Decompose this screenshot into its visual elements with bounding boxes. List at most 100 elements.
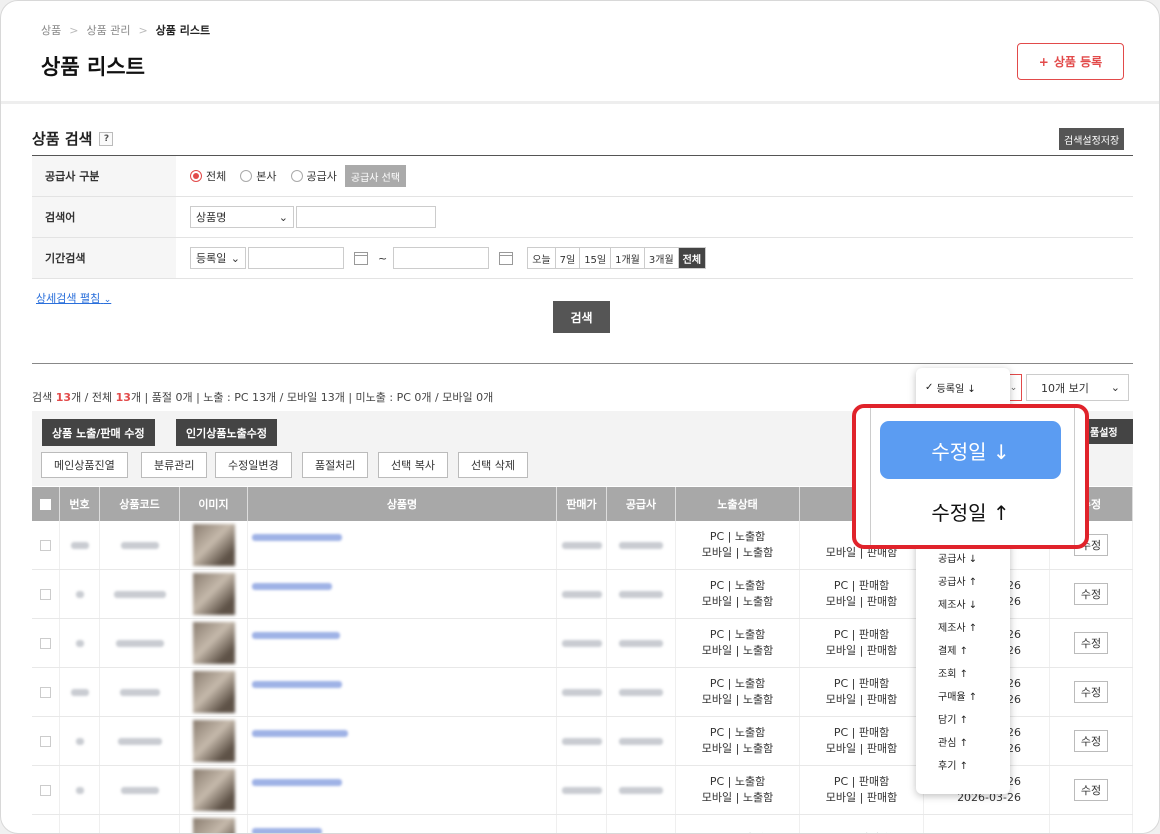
sort-option[interactable]: 구매율 ↑ — [916, 684, 1010, 707]
period-quick-buttons: 오늘 7일 15일 1개월 3개월 전체 — [527, 247, 707, 269]
sort-option[interactable]: 조회 ↑ — [916, 661, 1010, 684]
header-name: 상품명 — [248, 487, 557, 521]
sort-option-modified-desc[interactable]: 수정일 ↓ — [880, 421, 1061, 479]
row-product-name[interactable] — [248, 766, 557, 814]
period-all-button[interactable]: 전체 — [678, 248, 706, 268]
row-image[interactable] — [180, 717, 248, 765]
sort-option[interactable]: 공급사 ↓ — [916, 546, 1010, 569]
edit-button[interactable]: 수정 — [1073, 779, 1109, 801]
period-15d-button[interactable]: 15일 — [580, 248, 612, 268]
sort-option[interactable]: 제조사 ↓ — [916, 592, 1010, 615]
row-code — [100, 570, 180, 618]
keyword-type-select[interactable]: 상품명 ⌄ — [190, 206, 294, 228]
supplier-select-button[interactable]: 공급사 선택 — [344, 165, 407, 187]
row-code — [100, 668, 180, 716]
row-image[interactable] — [180, 570, 248, 618]
calendar-icon[interactable] — [499, 251, 514, 265]
modify-date-change-button[interactable]: 수정일변경 — [215, 452, 292, 478]
row-no — [60, 668, 100, 716]
summary-part: 개 | 품절 0개 | 노출 : PC 13개 / 모바일 13개 | 미노출 … — [130, 391, 494, 404]
row-image[interactable] — [180, 521, 248, 569]
end-date-input[interactable] — [393, 247, 490, 269]
period-3m-button[interactable]: 3개월 — [645, 248, 679, 268]
sort-option-modified-asc[interactable]: 수정일 ↑ — [880, 486, 1061, 536]
row-product-name[interactable] — [248, 521, 557, 569]
sale-pc: PC | 판매함 — [833, 579, 890, 592]
keyword-type-value: 상품명 — [196, 211, 227, 224]
row-code — [100, 815, 180, 833]
sort-option[interactable]: 제조사 ↑ — [916, 615, 1010, 638]
table-row[interactable]: PC | 노출함 PC | 판매함 2026-03-26 — [32, 815, 1133, 833]
period-type-select[interactable]: 등록일 ⌄ — [190, 247, 246, 269]
sort-option[interactable]: 담기 ↑ — [916, 707, 1010, 730]
register-product-button[interactable]: + 상품 등록 — [1017, 43, 1124, 80]
period-today-button[interactable]: 오늘 — [528, 248, 556, 268]
detail-search-toggle[interactable]: 상세검색 펼침 ⌄ — [36, 290, 111, 306]
breadcrumb-item[interactable]: 상품 관리 — [86, 22, 130, 38]
expose-sale-edit-button[interactable]: 상품 노출/판매 수정 — [42, 419, 155, 446]
redacted-price — [561, 639, 602, 647]
row-edit: 수정 — [1050, 570, 1133, 618]
row-checkbox[interactable] — [32, 521, 60, 569]
row-sale-status: PC | 판매함 모바일 | 판매함 — [800, 570, 924, 618]
sort-option[interactable]: 관심 ↑ — [916, 730, 1010, 753]
radio-headquarters[interactable]: 본사 — [240, 168, 277, 184]
row-checkbox[interactable] — [32, 766, 60, 814]
per-page-select[interactable]: 10개 보기 ⌄ — [1026, 374, 1129, 401]
edit-button[interactable]: 수정 — [1073, 730, 1109, 752]
row-supplier — [607, 521, 676, 569]
radio-supplier[interactable]: 공급사 — [290, 168, 337, 184]
redacted-product-name — [252, 632, 340, 639]
chevron-down-icon: ⌄ — [278, 210, 288, 224]
start-date-input[interactable] — [248, 247, 344, 269]
sort-option[interactable]: 결제 ↑ — [916, 638, 1010, 661]
row-product-name[interactable] — [248, 668, 557, 716]
keyword-input[interactable] — [296, 206, 436, 228]
period-7d-button[interactable]: 7일 — [556, 248, 581, 268]
settings-button[interactable]: 품설정 — [1087, 419, 1133, 444]
date-range-tilde: ~ — [378, 251, 388, 265]
breadcrumb-item[interactable]: 상품 — [41, 22, 61, 38]
sort-option-selected[interactable]: ✓ 등록일 ↓ — [916, 376, 1010, 399]
radio-all[interactable]: 전체 — [190, 168, 226, 184]
main-display-button[interactable]: 메인상품진열 — [41, 452, 128, 478]
row-image[interactable] — [180, 815, 248, 833]
delete-selected-button[interactable]: 선택 삭제 — [458, 452, 528, 478]
row-image[interactable] — [180, 668, 248, 716]
product-thumbnail — [192, 573, 235, 615]
row-checkbox[interactable] — [32, 717, 60, 765]
edit-button[interactable]: 수정 — [1073, 632, 1109, 654]
checkbox-icon — [40, 637, 51, 649]
edit-button[interactable]: 수정 — [1073, 681, 1109, 703]
popular-expose-edit-button[interactable]: 인기상품노출수정 — [176, 419, 277, 446]
soldout-button[interactable]: 품절처리 — [302, 452, 369, 478]
row-image[interactable] — [180, 619, 248, 667]
sort-option[interactable]: 공급사 ↑ — [916, 569, 1010, 592]
calendar-icon[interactable] — [354, 251, 368, 265]
redacted-product-name — [252, 730, 348, 737]
row-checkbox[interactable] — [32, 815, 60, 833]
row-checkbox[interactable] — [32, 668, 60, 716]
row-product-name[interactable] — [248, 815, 557, 833]
save-search-settings-button[interactable]: 검색설정저장 — [1059, 128, 1125, 150]
breadcrumb-current: 상품 리스트 — [155, 24, 211, 37]
row-product-name[interactable] — [248, 570, 557, 618]
copy-selected-button[interactable]: 선택 복사 — [378, 452, 448, 478]
row-supplier — [607, 815, 676, 833]
header-code: 상품코드 — [100, 487, 180, 521]
row-image[interactable] — [180, 766, 248, 814]
sort-option[interactable]: 후기 ↑ — [916, 753, 1010, 776]
help-icon[interactable]: ? — [99, 131, 114, 146]
row-product-name[interactable] — [248, 619, 557, 667]
redacted-code — [120, 541, 159, 549]
row-dates: 2026-03-26 — [924, 815, 1050, 833]
row-checkbox[interactable] — [32, 619, 60, 667]
row-checkbox[interactable] — [32, 570, 60, 618]
category-manage-button[interactable]: 분류관리 — [141, 452, 208, 478]
search-button[interactable]: 검색 — [553, 301, 610, 333]
radio-unchecked-icon — [290, 170, 303, 182]
select-all-checkbox[interactable] — [32, 487, 60, 521]
edit-button[interactable]: 수정 — [1073, 583, 1109, 605]
period-1m-button[interactable]: 1개월 — [611, 248, 645, 268]
row-product-name[interactable] — [248, 717, 557, 765]
